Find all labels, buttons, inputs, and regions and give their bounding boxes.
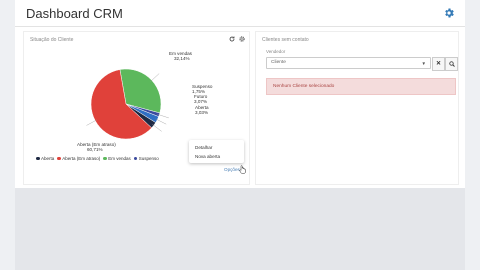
page-title: Dashboard CRM (26, 6, 123, 21)
legend-item[interactable]: Suspenso (133, 156, 159, 161)
leader-line (150, 73, 160, 82)
close-icon: ✕ (435, 61, 442, 67)
field-label: Vendedor (266, 49, 286, 54)
client-select[interactable]: Cliente ▼ (266, 57, 431, 69)
legend-item[interactable]: Aberta (Em atraso) (57, 156, 100, 161)
dropdown-item-detalhar[interactable]: Detalhar (195, 145, 212, 150)
search-icon (449, 61, 455, 67)
contacts-panel: Clientes sem contato Vendedor Cliente ▼ … (255, 31, 459, 185)
slice-label: Aberta 3,03% (195, 105, 209, 115)
options-link[interactable]: Opções (224, 167, 240, 172)
left-background (0, 0, 15, 270)
dropdown-item-nova-aberta[interactable]: Nova aberta (195, 154, 220, 159)
hand-cursor-icon (239, 165, 246, 174)
gear-icon[interactable] (443, 7, 455, 19)
legend-item[interactable]: Em vendas (103, 156, 131, 161)
right-background (465, 0, 480, 270)
alert-message: Nenhum Cliente selecionado (266, 78, 456, 95)
select-value: Cliente (271, 60, 286, 65)
clear-button[interactable]: ✕ (432, 57, 445, 71)
search-button[interactable] (445, 57, 458, 71)
leader-line (86, 119, 98, 126)
panel-title: Clientes sem contato (262, 37, 309, 43)
legend-item[interactable]: Aberta (36, 156, 54, 161)
slice-label: Aberta (Em atraso) 60,71% (77, 142, 116, 152)
chevron-down-icon: ▼ (421, 61, 426, 66)
slice-label: Futuro 3,07% (194, 94, 208, 104)
leader-line (152, 123, 162, 132)
slice-label: Suspenso 1,75% (192, 84, 213, 94)
alert-text: Nenhum Cliente selecionado (273, 84, 335, 89)
dashboard-window: Dashboard CRM Situação do Cliente Em ven… (15, 0, 465, 188)
options-dropdown: Detalhar Nova aberta (189, 140, 244, 163)
chart-legend: Aberta Aberta (Em atraso) Em vendas Susp… (36, 156, 159, 161)
page-header: Dashboard CRM (15, 0, 465, 27)
leader-line (155, 118, 167, 125)
slice-label: Em vendas 32,14% (169, 51, 192, 61)
